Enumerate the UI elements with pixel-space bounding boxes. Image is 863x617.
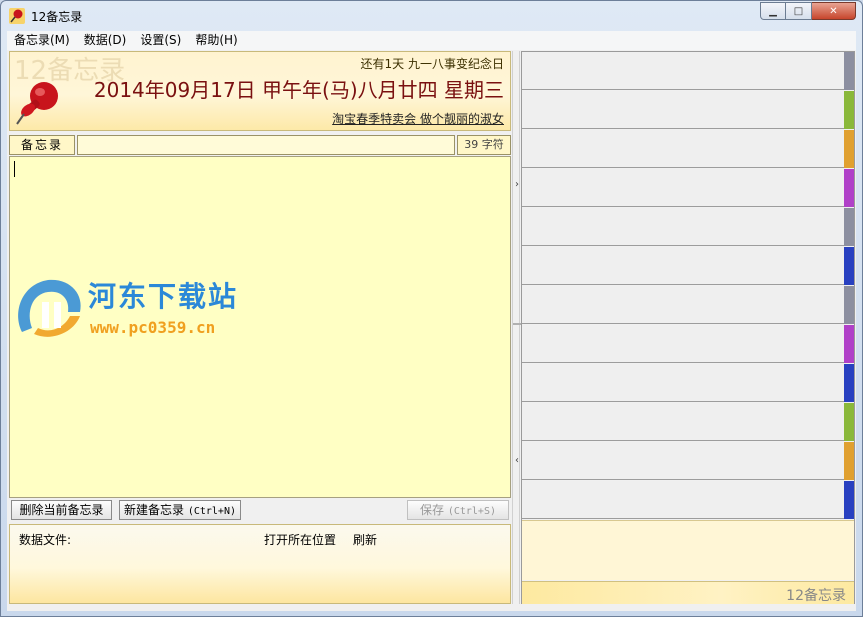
memo-slot[interactable] <box>522 169 854 207</box>
client-area: 备忘录(M) 数据(D) 设置(S) 帮助(H) 12备忘录 还有1天 九一八事… <box>7 31 856 611</box>
pushpin-app-icon <box>9 8 25 24</box>
memo-slot[interactable] <box>522 130 854 168</box>
maximize-button[interactable]: □ <box>786 2 812 20</box>
memo-slot[interactable] <box>522 91 854 129</box>
countdown-text: 还有1天 九一八事变纪念日 <box>360 57 504 71</box>
menu-settings[interactable]: 设置(S) <box>133 31 188 50</box>
memo-slot-color-tab <box>844 325 854 363</box>
data-file-bar: 数据文件: 打开所在位置 刷新 <box>9 524 511 604</box>
memo-slot-color-tab <box>844 130 854 168</box>
expand-left-arrow-icon[interactable]: ‹ <box>513 455 521 466</box>
memo-slot-color-tab <box>844 169 854 207</box>
memo-slot-color-tab <box>844 286 854 324</box>
memo-slot-color-tab <box>844 91 854 129</box>
preview-area <box>522 520 854 580</box>
memo-editor[interactable]: 河东下载站 www.pc0359.cn <box>9 156 511 498</box>
memo-slot-color-tab <box>844 247 854 285</box>
menu-bar: 备忘录(M) 数据(D) 设置(S) 帮助(H) <box>7 31 856 50</box>
app-window: 12备忘录 ▁ □ ✕ 备忘录(M) 数据(D) 设置(S) 帮助(H) 12备… <box>0 0 863 617</box>
new-memo-button[interactable]: 新建备忘录 (Ctrl+N) <box>119 500 241 520</box>
memo-slot-color-tab <box>844 481 854 519</box>
open-location-link[interactable]: 打开所在位置 <box>264 531 336 548</box>
watermark-site-url: www.pc0359.cn <box>90 318 216 337</box>
delete-memo-label: 删除当前备忘录 <box>19 503 104 517</box>
memo-slot[interactable] <box>522 325 854 363</box>
memo-slot[interactable] <box>522 247 854 285</box>
memo-slot[interactable] <box>522 481 854 519</box>
menu-data[interactable]: 数据(D) <box>77 31 134 50</box>
pushpin-icon <box>16 82 58 125</box>
data-file-label: 数据文件: <box>19 533 72 547</box>
new-memo-shortcut: (Ctrl+N) <box>187 506 236 517</box>
panel-splitter[interactable]: › ‹ <box>512 51 521 604</box>
memo-slot-color-tab <box>844 442 854 480</box>
maximize-icon: □ <box>793 5 804 17</box>
memo-slot[interactable] <box>522 364 854 402</box>
date-header: 12备忘录 还有1天 九一八事变纪念日 2014年09月17日 甲午年(马)八月… <box>9 51 511 131</box>
window-title: 12备忘录 <box>31 10 83 24</box>
minimize-icon: ▁ <box>769 5 777 17</box>
ad-link[interactable]: 淘宝春季特卖会 做个靓丽的淑女 <box>332 110 504 127</box>
button-row: 删除当前备忘录 新建备忘录 (Ctrl+N) 保存 (Ctrl+S) <box>9 500 511 520</box>
text-caret <box>14 161 15 177</box>
watermark-logo-icon <box>18 279 81 337</box>
memo-field-label: 备忘录 <box>9 135 75 155</box>
splitter-grip[interactable] <box>513 323 521 325</box>
save-label: 保存 <box>419 503 444 517</box>
memo-slot[interactable] <box>522 442 854 480</box>
menu-help[interactable]: 帮助(H) <box>188 31 244 50</box>
memo-list-panel: 12备忘录 <box>521 51 855 604</box>
collapse-right-arrow-icon[interactable]: › <box>513 179 521 190</box>
close-icon: ✕ <box>829 5 838 17</box>
watermark-site-name: 河东下载站 <box>88 280 239 313</box>
memo-slot-color-tab <box>844 364 854 402</box>
close-button[interactable]: ✕ <box>812 2 856 20</box>
brand-bar: 12备忘录 <box>522 581 854 604</box>
memo-slot[interactable] <box>522 403 854 441</box>
brand-label: 12备忘录 <box>786 588 846 604</box>
char-count: 39 字符 <box>457 135 511 155</box>
refresh-link[interactable]: 刷新 <box>353 531 377 548</box>
menu-memo[interactable]: 备忘录(M) <box>7 31 77 50</box>
save-button[interactable]: 保存 (Ctrl+S) <box>407 500 509 520</box>
memo-slot[interactable] <box>522 52 854 90</box>
memo-slot-color-tab <box>844 208 854 246</box>
memo-title-input[interactable] <box>77 135 455 155</box>
window-controls: ▁ □ ✕ <box>760 2 856 20</box>
memo-slot[interactable] <box>522 286 854 324</box>
new-memo-label: 新建备忘录 <box>123 503 184 517</box>
minimize-button[interactable]: ▁ <box>760 2 786 20</box>
memo-panel: 12备忘录 还有1天 九一八事变纪念日 2014年09月17日 甲午年(马)八月… <box>9 51 511 604</box>
memo-slot-color-tab <box>844 403 854 441</box>
title-bar[interactable]: 12备忘录 ▁ □ ✕ <box>1 1 862 31</box>
current-date: 2014年09月17日 甲午年(马)八月廿四 星期三 <box>93 78 504 102</box>
memo-slot-color-tab <box>844 52 854 90</box>
save-shortcut: (Ctrl+S) <box>447 506 496 517</box>
memo-title-row: 备忘录 39 字符 <box>9 135 511 155</box>
memo-slot[interactable] <box>522 208 854 246</box>
delete-memo-button[interactable]: 删除当前备忘录 <box>11 500 112 520</box>
